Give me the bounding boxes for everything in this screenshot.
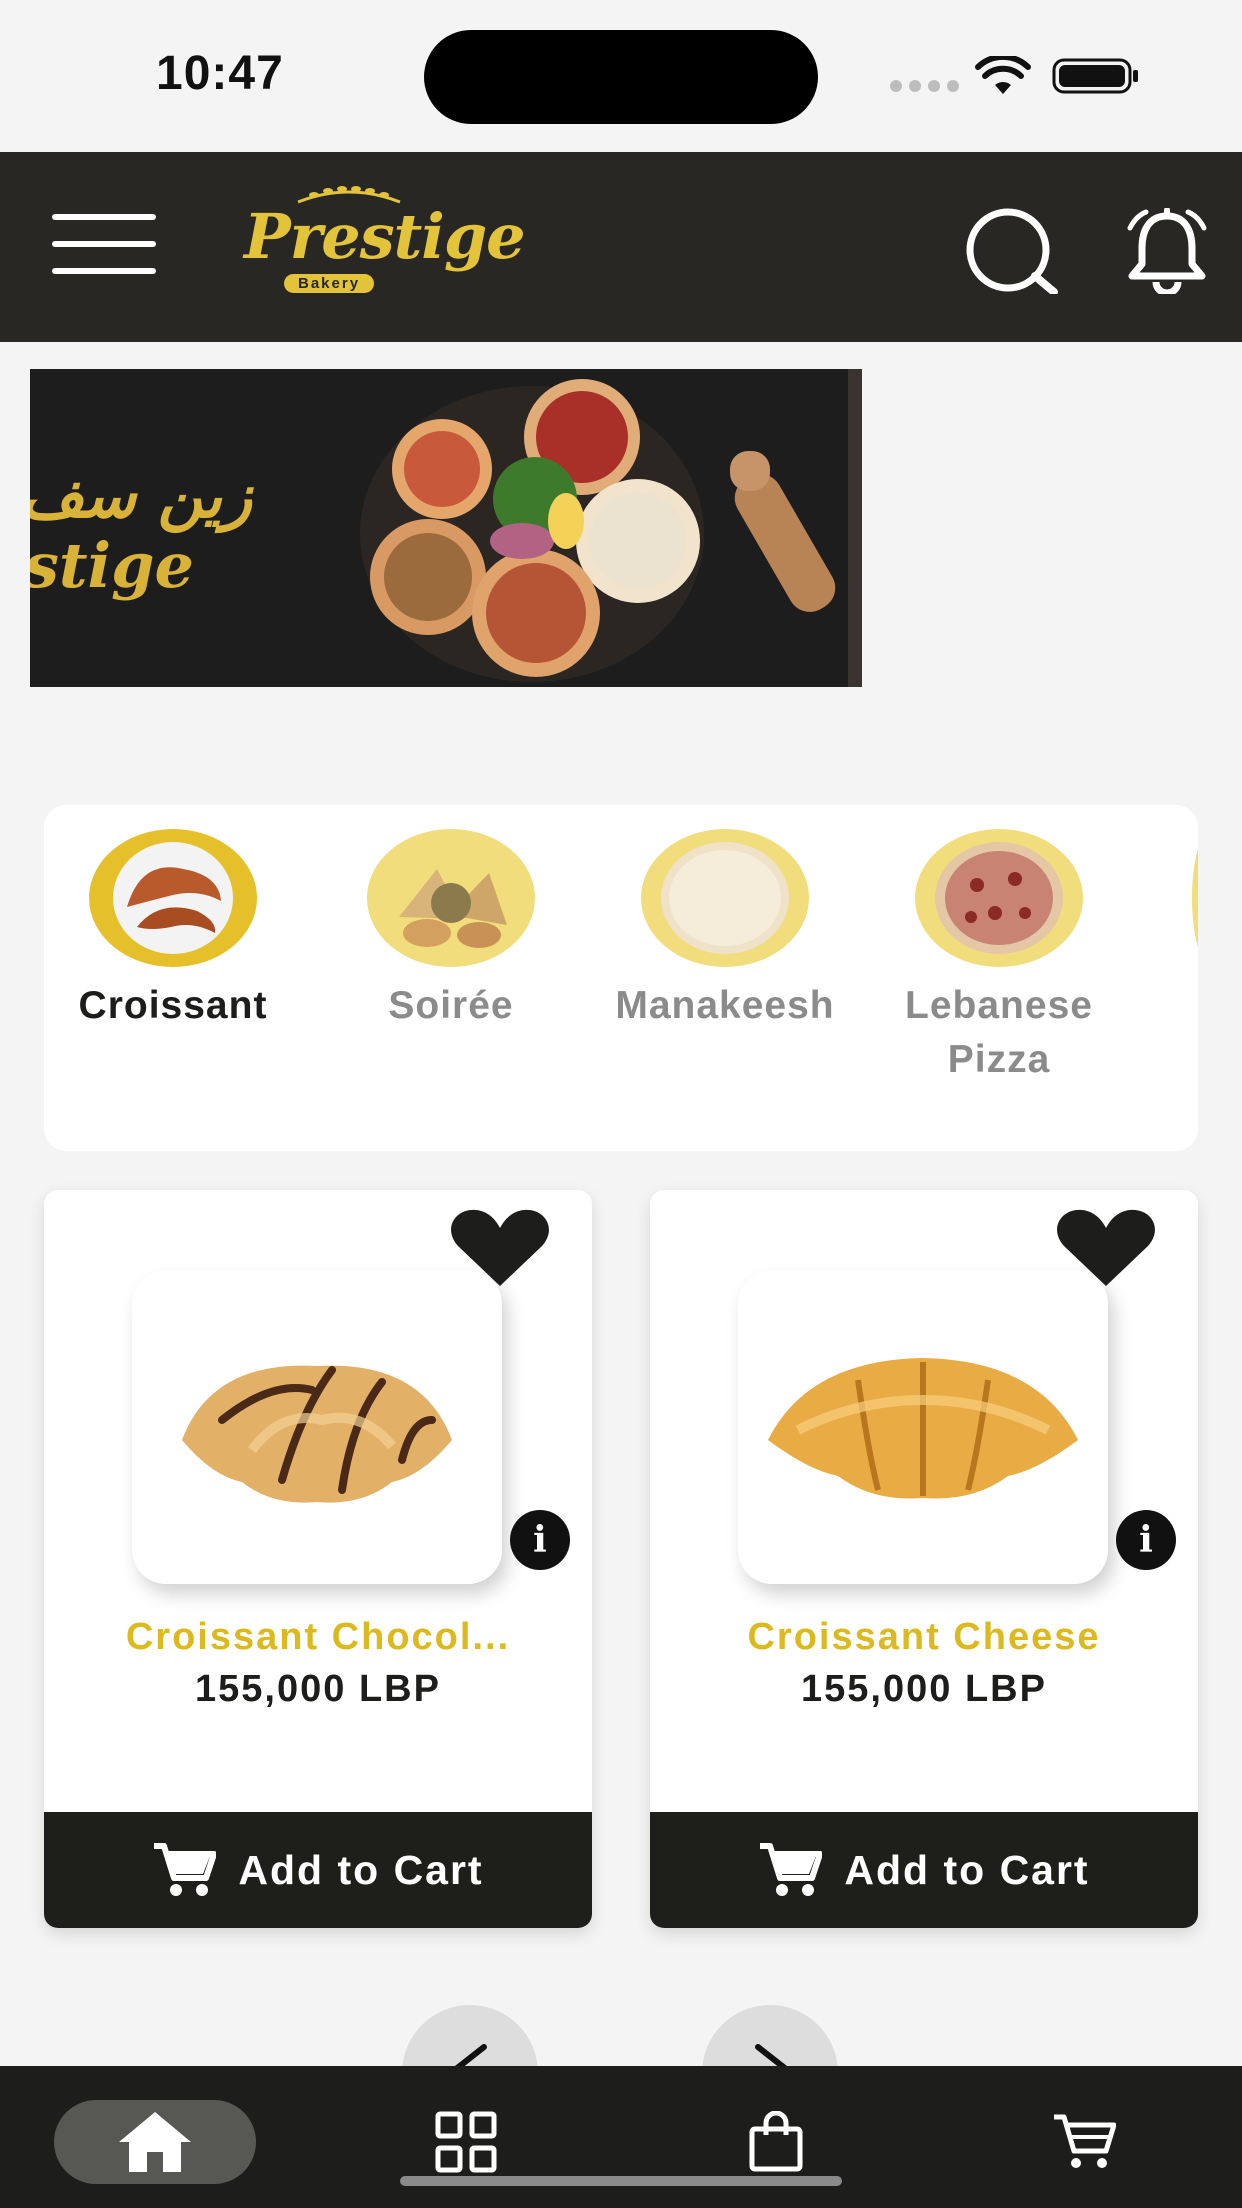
category-label: Soirée (388, 984, 514, 1027)
home-icon (119, 2112, 191, 2172)
category-label: Lebanese Pizza (905, 984, 1093, 1081)
product-name: Croissant Chocol... (125, 1616, 511, 1658)
product-image (132, 1270, 502, 1584)
category-manakeesh[interactable]: Manakeesh (600, 829, 850, 1033)
manakeesh-platter-image (360, 369, 862, 687)
category-label: Croissant (78, 984, 268, 1027)
bell-icon[interactable] (1122, 207, 1212, 297)
nav-categories[interactable] (406, 2100, 526, 2184)
search-icon[interactable] (962, 208, 1062, 296)
category-manakeesh-image (641, 829, 809, 967)
status-time: 10:47 (156, 47, 284, 100)
product-price: 155,000 LBP (195, 1668, 441, 1710)
status-bar: 10:47 (0, 0, 1242, 152)
favorite-heart-icon[interactable] (448, 1208, 552, 1288)
cart-icon (1054, 2114, 1116, 2168)
add-to-cart-button[interactable]: Add to Cart (44, 1812, 592, 1928)
category-next-peek[interactable] (1192, 829, 1198, 967)
bottom-navigation (0, 2066, 1242, 2208)
nav-cart[interactable] (1024, 2100, 1144, 2184)
bag-icon (749, 2111, 803, 2172)
cart-icon (760, 1843, 823, 1896)
promo-banner[interactable]: زين سف stige (30, 369, 862, 687)
menu-icon[interactable] (52, 214, 156, 274)
category-lebanese-pizza[interactable]: Lebanese Pizza (874, 829, 1124, 1087)
category-pizza-image (915, 829, 1083, 967)
category-strip: Croissant Soirée Manakeesh Lebanese Pizz… (44, 805, 1198, 1151)
category-soiree-image (367, 829, 535, 967)
category-croissant[interactable]: Croissant (48, 829, 298, 1033)
home-indicator (400, 2176, 842, 2186)
prestige-logo: Prestige Bakery (244, 182, 526, 302)
product-price: 155,000 LBP (801, 1668, 1047, 1710)
favorite-heart-icon[interactable] (1054, 1208, 1158, 1288)
category-label: Manakeesh (615, 984, 835, 1027)
battery-icon (1052, 58, 1138, 94)
product-card[interactable]: i Croissant Chocol... 155,000 LBP Add to… (44, 1190, 592, 1928)
category-croissant-image (89, 829, 257, 967)
info-icon[interactable]: i (510, 1510, 570, 1570)
add-to-cart-button[interactable]: Add to Cart (650, 1812, 1198, 1928)
product-name: Croissant Cheese (747, 1616, 1101, 1658)
dynamic-island (424, 30, 818, 124)
info-icon[interactable]: i (1116, 1510, 1176, 1570)
wifi-icon (975, 56, 1031, 94)
logo-subtitle: Bakery (284, 274, 375, 293)
add-to-cart-label: Add to Cart (844, 1846, 1090, 1893)
signal-icon (890, 80, 959, 92)
add-to-cart-label: Add to Cart (238, 1846, 484, 1893)
nav-home[interactable] (54, 2100, 256, 2184)
nav-orders[interactable] (716, 2100, 836, 2184)
grid-icon (435, 2111, 497, 2173)
product-card[interactable]: i Croissant Cheese 155,000 LBP Add to Ca… (650, 1190, 1198, 1928)
app-header: Prestige Bakery (0, 152, 1242, 342)
category-soiree[interactable]: Soirée (326, 829, 576, 1033)
logo-name: Prestige (244, 200, 526, 273)
cart-icon (154, 1843, 217, 1896)
product-image (738, 1270, 1108, 1584)
